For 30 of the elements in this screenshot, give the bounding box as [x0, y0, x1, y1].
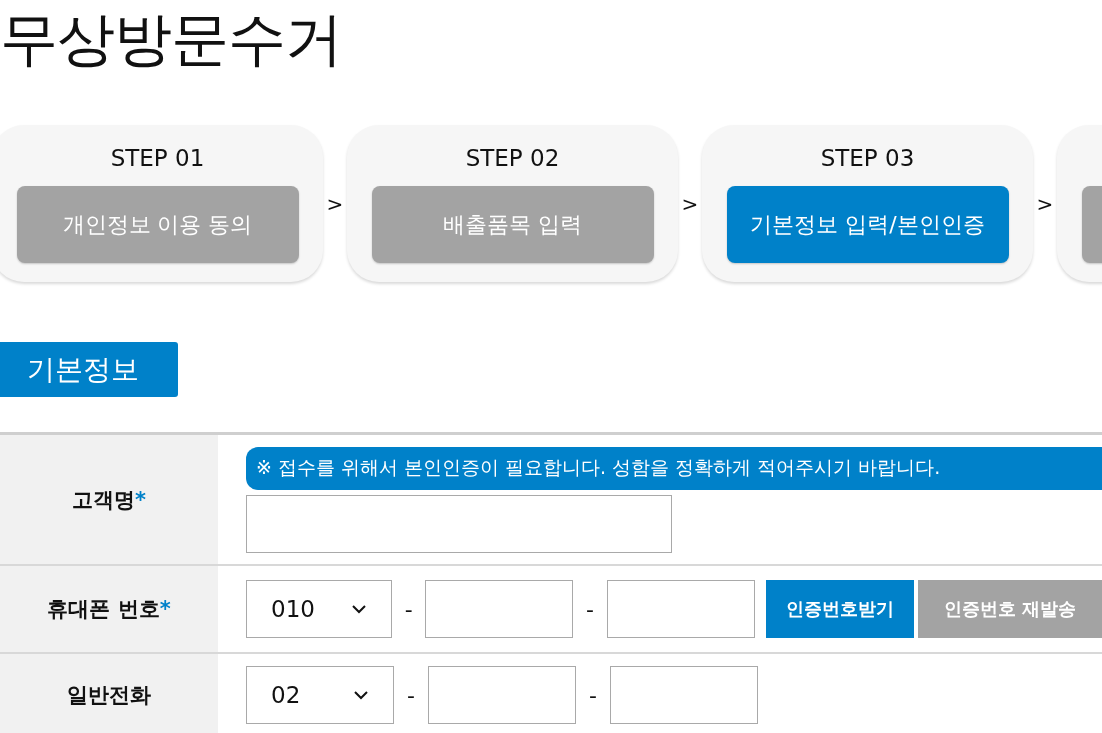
prefix-select[interactable]: 010: [246, 580, 393, 638]
phone-last-field[interactable]: [610, 666, 758, 724]
phone-middle-field[interactable]: [428, 666, 576, 724]
step-button[interactable]: 개인정보 이용 동의: [16, 186, 299, 263]
step-arrow: >: [325, 191, 345, 216]
phone-last-field[interactable]: [606, 580, 755, 638]
dash: -: [406, 682, 416, 708]
chevron-down-icon: [351, 604, 368, 614]
page-title: 무상방문수거: [0, 4, 343, 75]
notice-banner: ※ 접수를 위해서 본인인증이 필요합니다. 성함을 정확하게 적어주시기 바랍니다.: [246, 446, 1102, 490]
step-arrow: >: [1035, 191, 1055, 216]
section-title: 기본정보: [0, 342, 178, 397]
dash: -: [585, 596, 596, 622]
get-code-button[interactable]: 인증번호받기: [765, 580, 914, 638]
chevron-down-icon: [353, 690, 369, 700]
name-field[interactable]: [246, 494, 672, 553]
step-button[interactable]: 배출품목 입력: [371, 186, 654, 263]
step-label: STEP 01: [110, 144, 205, 173]
step-button[interactable]: 기본정보 입력/본인인증: [726, 186, 1009, 263]
dash: -: [403, 596, 414, 622]
resend-code-button[interactable]: 인증번호 재발송: [917, 580, 1102, 638]
step-label: STEP 03: [820, 144, 915, 173]
step-label: STEP 02: [465, 144, 560, 173]
field-label: 일반전화: [67, 682, 151, 709]
dash: -: [588, 682, 598, 708]
step-arrow: >: [680, 191, 700, 216]
field-label: 고객명*: [72, 486, 146, 514]
phone-middle-field[interactable]: [425, 580, 574, 638]
field-label: 휴대폰 번호*: [47, 596, 171, 623]
prefix-select[interactable]: 02: [246, 666, 394, 724]
